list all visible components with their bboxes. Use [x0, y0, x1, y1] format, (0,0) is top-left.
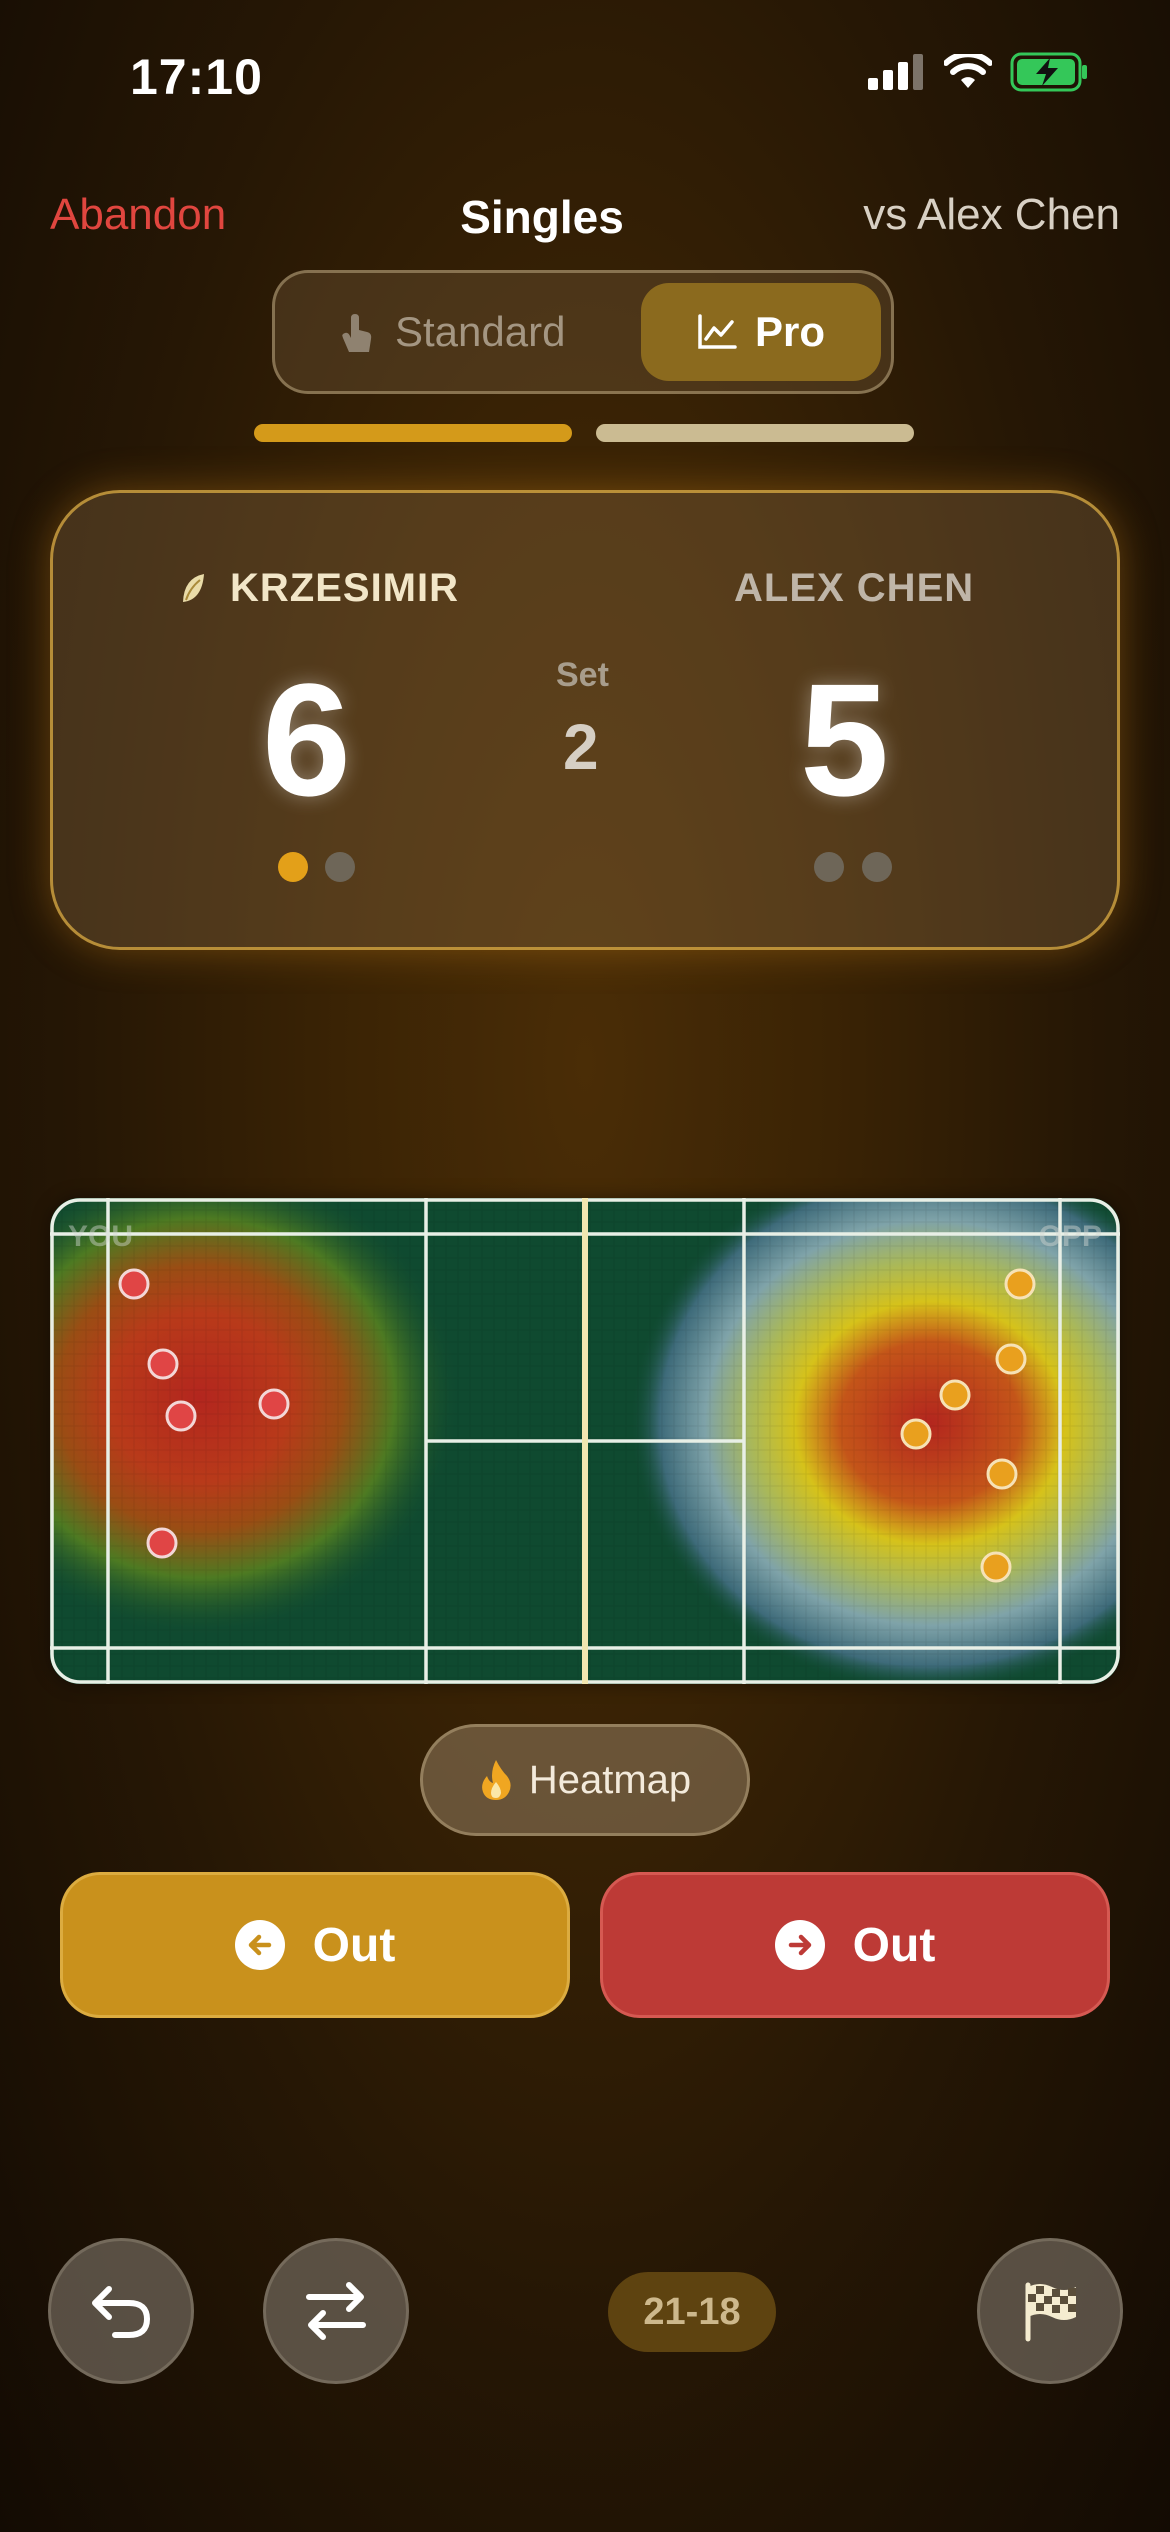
court-graphic — [50, 1198, 1120, 1684]
finish-match-button[interactable] — [977, 2238, 1123, 2384]
mode-option-standard-label: Standard — [395, 308, 566, 355]
chart-line-icon — [698, 314, 737, 349]
player1-name-text: KRZESIMIR — [230, 566, 459, 610]
status-time: 17:10 — [130, 49, 263, 105]
player2-score: 5 — [800, 650, 889, 829]
mode-option-pro-label: Pro — [754, 308, 825, 355]
player2-set-dot — [814, 852, 844, 882]
checkered-flag-icon — [1025, 2282, 1076, 2342]
out-left-label: Out — [312, 1918, 396, 1972]
set-label: Set — [556, 656, 609, 694]
court-label-opp: OPP — [1038, 1220, 1102, 1253]
signal-icon — [868, 54, 923, 90]
status-icons — [868, 52, 1090, 92]
tap-icon — [342, 314, 372, 352]
player2-set-dot — [862, 852, 892, 882]
out-left-button[interactable]: Out — [60, 1872, 570, 2018]
mode-toggle: Standard Pro — [272, 270, 894, 394]
set-number: 2 — [563, 711, 599, 783]
court-heatmap[interactable]: YOU OPP — [50, 1198, 1120, 1684]
undo-button[interactable] — [48, 2238, 194, 2384]
player2-name: ALEX CHEN — [734, 566, 975, 610]
opponent-label: vs Alex Chen — [863, 190, 1120, 239]
undo-icon — [92, 2286, 151, 2338]
player1-set-dot — [278, 852, 308, 882]
progress-segment-2 — [596, 424, 914, 442]
heatmap-toggle-label: Heatmap — [528, 1757, 692, 1802]
swap-icon — [306, 2282, 366, 2340]
heatmap-toggle-button[interactable]: Heatmap — [420, 1724, 750, 1836]
player1-score: 6 — [262, 650, 351, 829]
progress-segment-1 — [254, 424, 572, 442]
battery-charging-icon — [1010, 52, 1087, 92]
swap-sides-button[interactable] — [263, 2238, 409, 2384]
arrow-left-icon — [234, 1920, 285, 1970]
mode-option-standard[interactable]: Standard — [335, 273, 565, 391]
player1-name: KRZESIMIR — [180, 566, 459, 611]
player1-set-dot — [325, 852, 355, 882]
arrow-right-icon — [774, 1920, 825, 1970]
wifi-icon — [944, 54, 992, 88]
points-score-badge: 21-18 — [608, 2272, 776, 2352]
out-right-label: Out — [852, 1918, 936, 1972]
mode-option-pro[interactable]: Pro — [641, 283, 881, 381]
out-right-button[interactable]: Out — [600, 1872, 1110, 2018]
court-label-you: YOU — [68, 1220, 134, 1253]
flame-icon — [481, 1760, 511, 1800]
tennis-ball-icon — [183, 573, 204, 602]
